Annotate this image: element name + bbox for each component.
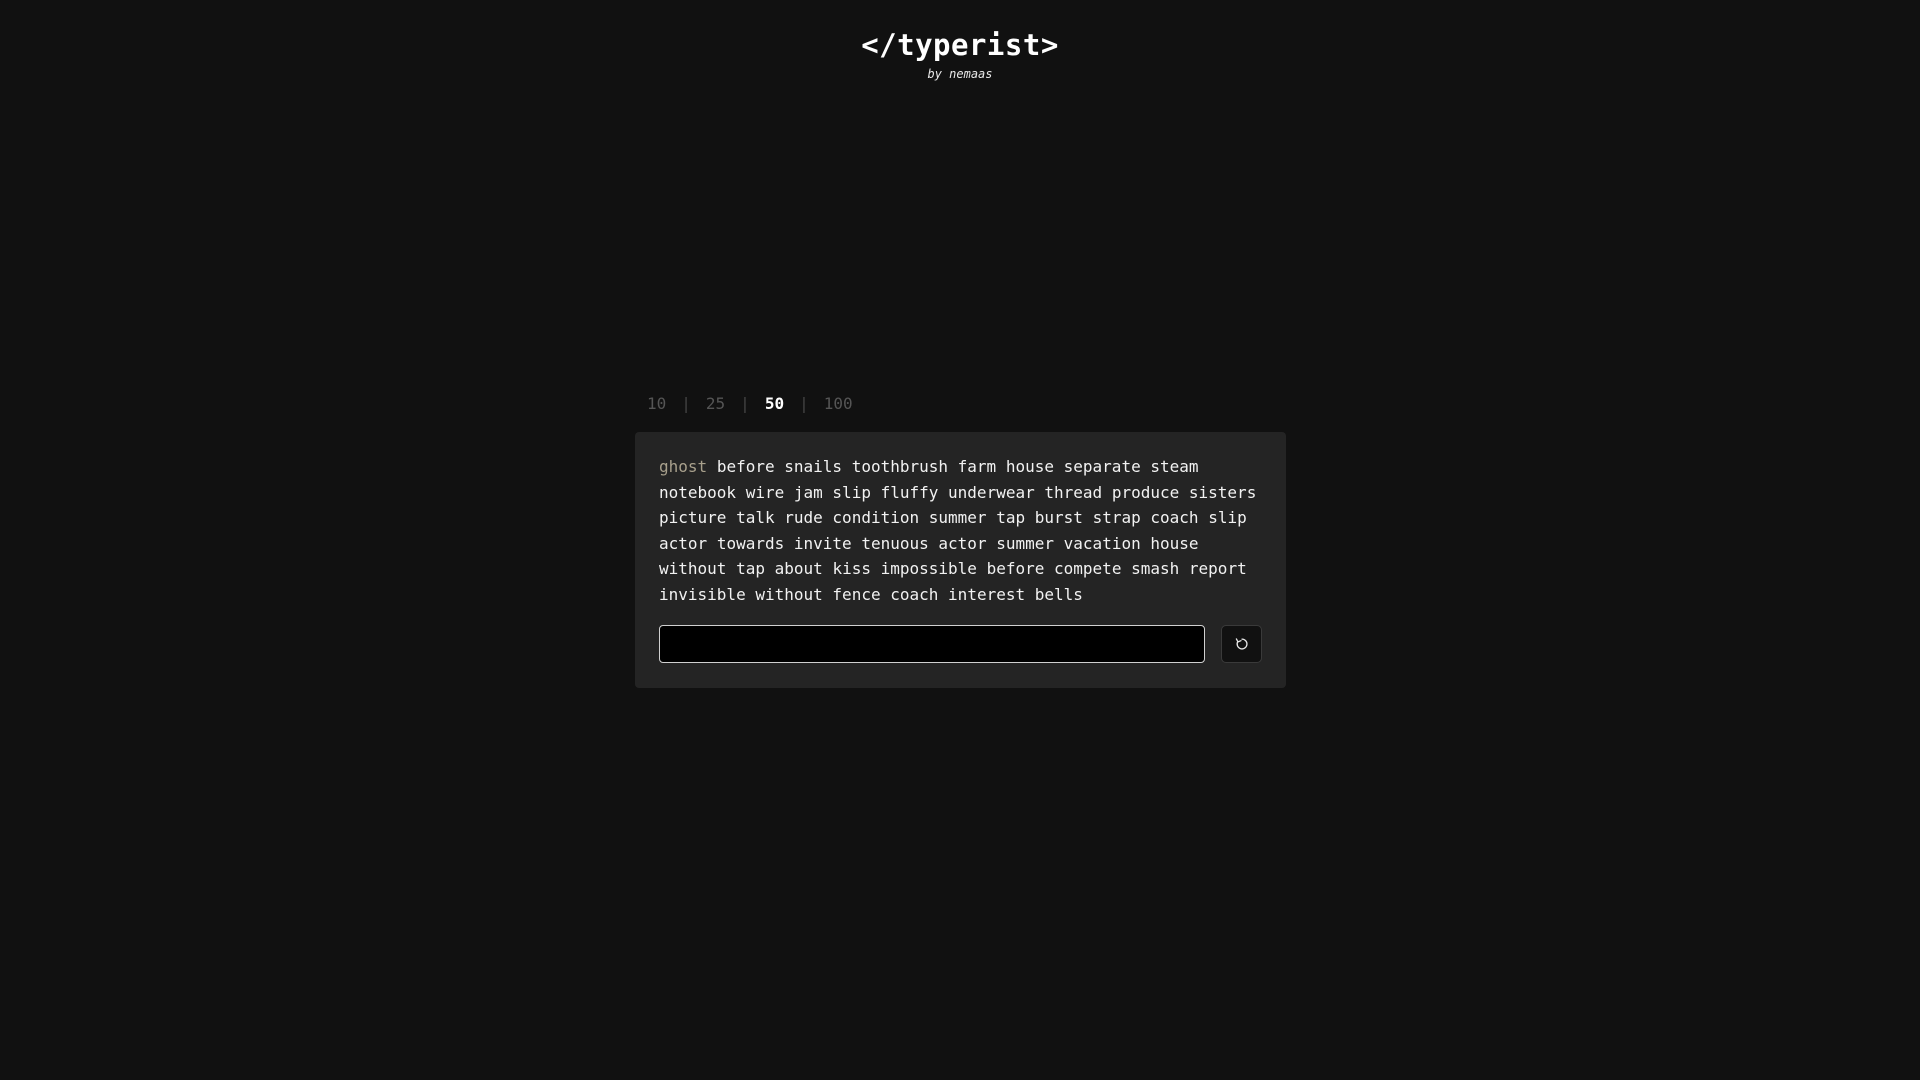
- word-count-option-50[interactable]: 50: [765, 394, 784, 413]
- word: before: [986, 559, 1045, 579]
- word: without: [755, 584, 823, 604]
- word: farm: [957, 457, 997, 476]
- word-count-separator: |: [681, 393, 691, 413]
- input-row: [659, 625, 1262, 663]
- word: bells: [1034, 584, 1083, 604]
- word: slip: [832, 482, 871, 502]
- word: interest: [948, 584, 1026, 604]
- word: vacation: [1063, 533, 1141, 553]
- word-count-selector: 10 | 25 | 50 | 100: [647, 392, 853, 414]
- word: separate: [1063, 457, 1141, 476]
- word: invite: [793, 533, 852, 553]
- word: rude: [784, 508, 823, 528]
- word: jam: [793, 482, 823, 502]
- word: thread: [1044, 482, 1103, 502]
- word: without: [659, 559, 727, 579]
- word: before: [716, 457, 775, 476]
- word: actor: [659, 533, 708, 553]
- word: strap: [1092, 508, 1141, 528]
- word: report: [1188, 559, 1247, 579]
- word: burst: [1034, 508, 1083, 528]
- app-byline: by nemaas: [927, 67, 993, 81]
- word: tap: [736, 559, 765, 579]
- word: fence: [832, 584, 881, 604]
- word-count-separator: |: [799, 393, 809, 413]
- word: tap: [996, 508, 1026, 528]
- word: wire: [745, 482, 785, 502]
- word: smash: [1131, 559, 1180, 579]
- word: tenuous: [861, 533, 929, 553]
- word-count-option-10[interactable]: 10: [647, 394, 666, 413]
- word: house: [1150, 533, 1199, 553]
- typing-test-card: ghost before snails toothbrush farm hous…: [635, 432, 1286, 688]
- reset-button[interactable]: [1221, 625, 1262, 663]
- word: picture: [659, 508, 727, 528]
- word: produce: [1111, 482, 1180, 502]
- word-list: ghost before snails toothbrush farm hous…: [659, 454, 1269, 608]
- word: coach: [890, 584, 939, 604]
- word: fluffy: [880, 482, 939, 502]
- app-logo: </typerist>: [861, 28, 1059, 62]
- word: snails: [784, 457, 843, 476]
- app-header: </typerist> by nemaas: [0, 24, 1920, 82]
- word: compete: [1054, 559, 1122, 579]
- word-count-separator: |: [740, 393, 750, 413]
- typing-input[interactable]: [659, 625, 1205, 663]
- word: coach: [1150, 508, 1199, 528]
- word: sisters: [1188, 482, 1257, 502]
- word: house: [1005, 457, 1054, 476]
- word: kiss: [832, 559, 871, 579]
- word: towards: [716, 533, 785, 553]
- word: about: [774, 559, 823, 579]
- word: summer: [928, 508, 987, 528]
- word: steam: [1150, 457, 1199, 476]
- current-word: ghost: [659, 457, 708, 476]
- word: toothbrush: [851, 457, 949, 476]
- word: actor: [938, 533, 987, 553]
- word: impossible: [880, 559, 977, 579]
- word: notebook: [659, 482, 737, 502]
- word: talk: [736, 508, 775, 528]
- word: slip: [1208, 508, 1247, 528]
- word-count-option-100[interactable]: 100: [824, 394, 853, 413]
- word: invisible: [659, 584, 746, 604]
- word: summer: [996, 533, 1055, 553]
- word: condition: [832, 508, 920, 528]
- word: underwear: [948, 482, 1035, 502]
- refresh-icon: [1235, 638, 1248, 650]
- word-count-option-25[interactable]: 25: [706, 394, 725, 413]
